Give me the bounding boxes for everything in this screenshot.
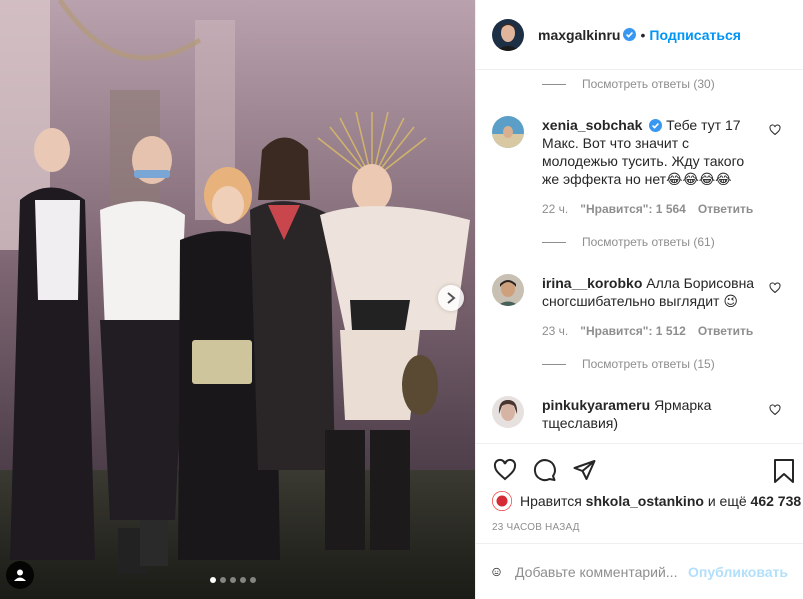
next-photo-button[interactable] (438, 285, 464, 311)
comment-meta: 22 ч. "Нравится": 1 564 Ответить (542, 202, 753, 216)
view-replies-label: Посмотреть ответы (15) (582, 357, 715, 371)
carousel-dot (230, 577, 236, 583)
commenter-avatar[interactable] (492, 116, 524, 148)
follow-button[interactable]: Подписаться (649, 27, 741, 43)
reply-button[interactable]: Ответить (698, 202, 753, 216)
commenter-username[interactable]: irina__korobko (542, 275, 642, 291)
reply-button[interactable]: Ответить (698, 324, 753, 338)
author-username[interactable]: maxgalkinru (538, 27, 620, 43)
post-photo[interactable] (0, 0, 475, 599)
replies-line (542, 241, 566, 243)
comment-like-icon[interactable] (769, 404, 781, 416)
comment-text-block: irina__korobko Алла Борисовна сногсшибат… (542, 274, 764, 310)
liked-by-suffix: и ещё (707, 493, 747, 509)
comment-time[interactable]: 22 ч. (542, 202, 568, 216)
verified-badge-icon (649, 119, 663, 132)
carousel-indicator (210, 577, 256, 583)
emoji-icon[interactable] (492, 560, 501, 584)
commenter-avatar[interactable] (492, 274, 524, 306)
separator-dot: • (640, 26, 646, 43)
add-comment-bar: Опубликовать (476, 543, 803, 599)
comment-icon[interactable] (532, 458, 557, 482)
author-avatar[interactable] (492, 18, 524, 51)
liked-by-user[interactable]: shkola_ostankino (586, 493, 704, 509)
liker-avatar[interactable] (492, 491, 512, 511)
commenter-avatar[interactable] (492, 396, 524, 428)
post-side-panel: maxgalkinru • Подписаться Посмотреть отв… (475, 0, 803, 599)
share-icon[interactable] (572, 458, 597, 482)
action-icons-row (492, 458, 796, 484)
view-replies-button[interactable]: Посмотреть ответы (61) (542, 235, 715, 249)
publish-button[interactable]: Опубликовать (688, 564, 788, 580)
comment-likes[interactable]: "Нравится": 1 564 (580, 202, 686, 216)
carousel-dot (210, 577, 216, 583)
party-photo-illustration (0, 0, 475, 599)
replies-line (542, 363, 566, 365)
post-actions: Нравится shkola_ostankino и ещё 462 738 … (476, 443, 803, 543)
carousel-dot (240, 577, 246, 583)
liked-by-prefix: Нравится (520, 493, 582, 509)
heart-icon[interactable] (492, 458, 518, 482)
post-time[interactable]: 23 ЧАСОВ НАЗАД (492, 522, 580, 533)
post-header: maxgalkinru • Подписаться (476, 0, 803, 70)
comment-text-block: xenia_sobchak Тебе тут 17 Макс. Вот что … (542, 116, 764, 188)
comment-text-block: pinkukyarameru Ярмарка тщеславия) (542, 396, 764, 432)
user-icon (14, 569, 26, 581)
comment-time[interactable]: 23 ч. (542, 324, 568, 338)
liked-by-line: Нравится shkola_ostankino и ещё 462 738 (492, 491, 801, 511)
comment-like-icon[interactable] (769, 124, 781, 136)
verified-badge-icon (623, 28, 637, 41)
view-replies-button[interactable]: Посмотреть ответы (15) (542, 357, 715, 371)
bookmark-icon[interactable] (773, 458, 795, 484)
likes-count[interactable]: 462 738 (751, 493, 802, 509)
chevron-right-icon (447, 292, 456, 304)
comment-input[interactable] (515, 563, 681, 580)
tagged-users-button[interactable] (6, 561, 34, 589)
comment-like-icon[interactable] (769, 282, 781, 294)
comment-item: irina__korobko Алла Борисовна сногсшибат… (492, 274, 792, 338)
carousel-dot (250, 577, 256, 583)
view-replies-button[interactable]: Посмотреть ответы (30) (542, 77, 715, 91)
commenter-username[interactable]: xenia_sobchak (542, 117, 642, 133)
comment-likes[interactable]: "Нравится": 1 512 (580, 324, 686, 338)
view-replies-label: Посмотреть ответы (61) (582, 235, 715, 249)
carousel-dot (220, 577, 226, 583)
view-replies-label: Посмотреть ответы (30) (582, 77, 715, 91)
commenter-username[interactable]: pinkukyarameru (542, 397, 650, 413)
replies-line (542, 83, 566, 85)
comments-list: Посмотреть ответы (30) xenia_sobchak Теб… (476, 71, 803, 443)
comment-item: xenia_sobchak Тебе тут 17 Макс. Вот что … (492, 116, 792, 216)
comment-meta: 23 ч. "Нравится": 1 512 Ответить (542, 324, 753, 338)
comment-item: pinkukyarameru Ярмарка тщеславия) (492, 396, 792, 443)
